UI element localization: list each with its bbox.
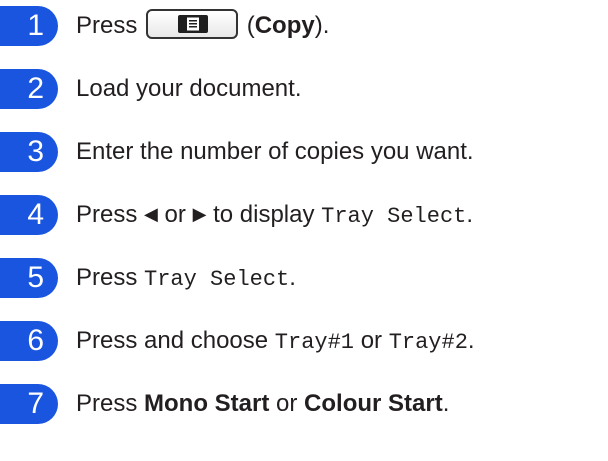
colour-start-label: Colour Start: [304, 390, 443, 417]
step-3: 3 Enter the number of copies you want.: [0, 132, 608, 172]
left-arrow-icon: ◀: [144, 204, 158, 224]
period: .: [466, 201, 474, 228]
press-word: Press: [76, 264, 138, 291]
press-word: Press: [76, 12, 138, 39]
lcd-text-tray1: Tray#1: [274, 330, 355, 355]
lcd-text: Tray Select: [144, 267, 290, 292]
mono-start-label: Mono Start: [144, 390, 270, 417]
step-2: 2 Load your document.: [0, 69, 608, 109]
step-text: Enter the number of copies you want.: [76, 138, 474, 165]
step-text: Press Tray Select.: [76, 258, 296, 300]
step-6: 6 Press and choose Tray#1 or Tray#2.: [0, 321, 608, 361]
period: .: [442, 390, 450, 417]
paren-open: (: [246, 12, 255, 39]
copy-key-icon: [146, 8, 239, 39]
step-text: Press ◀ or ▶ to display Tray Select.: [76, 195, 473, 237]
paren-close: ).: [314, 12, 330, 39]
or-word: or: [164, 201, 186, 228]
instruction-text: Press and choose: [76, 327, 269, 354]
lcd-text: Tray Select: [321, 204, 467, 229]
mid-text: to display: [213, 201, 315, 228]
lcd-text-tray2: Tray#2: [388, 330, 468, 355]
step-text: Load your document.: [76, 75, 302, 102]
step-text: Press Mono Start or Colour Start.: [76, 384, 449, 424]
right-arrow-icon: ▶: [192, 204, 207, 224]
step-number-badge: 6: [0, 321, 58, 361]
or-word: or: [276, 390, 298, 417]
press-word: Press: [76, 390, 138, 417]
step-number-badge: 5: [0, 258, 58, 298]
or-word: or: [360, 327, 383, 354]
step-number-badge: 2: [0, 69, 58, 109]
step-7: 7 Press Mono Start or Colour Start.: [0, 384, 608, 424]
step-number-badge: 4: [0, 195, 58, 235]
step-number-badge: 3: [0, 132, 58, 172]
period: .: [467, 327, 475, 354]
copy-label: Copy: [254, 12, 315, 39]
step-text: Press (Copy).: [76, 6, 329, 46]
step-number-badge: 7: [0, 384, 58, 424]
press-word: Press: [76, 201, 138, 228]
step-text: Press and choose Tray#1 or Tray#2.: [76, 321, 475, 363]
step-number-badge: 1: [0, 6, 58, 46]
step-5: 5 Press Tray Select.: [0, 258, 608, 298]
step-1: 1 Press (Copy).: [0, 6, 608, 46]
period: .: [289, 264, 296, 291]
step-4: 4 Press ◀ or ▶ to display Tray Select.: [0, 195, 608, 235]
